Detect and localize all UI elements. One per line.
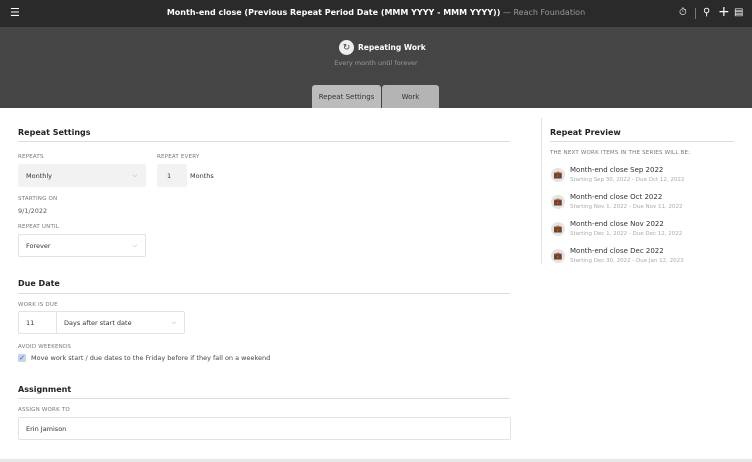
chevron-down-icon: ⌵ bbox=[171, 319, 176, 326]
search-icon[interactable]: ⚲ bbox=[703, 7, 710, 18]
document-icon[interactable]: ▤ bbox=[734, 7, 743, 18]
preview-item-dates: Starting Nov 1, 2022 - Due Nov 11, 2022 bbox=[570, 204, 683, 210]
briefcase-icon: 💼 bbox=[551, 168, 565, 182]
repeat-every-label: Repeat Every bbox=[157, 154, 200, 160]
repeats-value: Monthly bbox=[26, 171, 53, 180]
banner-title: Repeating Work bbox=[358, 43, 426, 52]
due-mode-select[interactable]: Days after start date ⌵ bbox=[56, 311, 185, 334]
assign-label: Assign Work To bbox=[18, 407, 70, 413]
divider bbox=[18, 141, 510, 142]
starting-on-label: Starting On bbox=[18, 196, 58, 202]
org-name: — Reach Foundation bbox=[500, 8, 586, 17]
top-bar: ☰ Month-end close (Previous Repeat Perio… bbox=[0, 0, 752, 27]
tab-repeat-settings[interactable]: Repeat Settings bbox=[312, 85, 381, 108]
repeat-every-input[interactable]: 1 bbox=[157, 164, 187, 187]
section-heading: Repeat Settings bbox=[18, 128, 91, 137]
divider bbox=[695, 8, 696, 19]
repeat-until-label: Repeat Until bbox=[18, 224, 60, 230]
preview-heading: Repeat Preview bbox=[550, 128, 621, 137]
preview-item-title: Month-end close Nov 2022 bbox=[570, 220, 664, 228]
section-heading: Due Date bbox=[18, 279, 60, 288]
work-due-label: Work Is Due bbox=[18, 302, 58, 308]
starting-on-value: 9/1/2022 bbox=[18, 207, 48, 215]
repeats-select[interactable]: Monthly ⌵ bbox=[18, 164, 146, 187]
plus-icon[interactable]: + bbox=[718, 4, 730, 20]
preview-item-dates: Starting Dec 30, 2022 - Due Jan 12, 2023 bbox=[570, 258, 684, 264]
repeat-until-value: Forever bbox=[26, 241, 51, 250]
work-title: Month-end close (Previous Repeat Period … bbox=[166, 8, 501, 17]
repeat-until-select[interactable]: Forever ⌵ bbox=[18, 234, 146, 257]
tab-work[interactable]: Work bbox=[382, 85, 439, 108]
preview-item-dates: Starting Dec 1, 2022 - Due Dec 12, 2022 bbox=[570, 231, 683, 237]
avoid-weekends-checkbox[interactable]: ✓ bbox=[18, 354, 26, 362]
repeat-icon: ↻ bbox=[339, 40, 354, 55]
due-days-input[interactable]: 11 bbox=[18, 311, 57, 334]
repeat-every-unit: Months bbox=[190, 172, 214, 180]
chevron-down-icon: ⌵ bbox=[132, 242, 137, 249]
briefcase-icon: 💼 bbox=[551, 249, 565, 263]
assignee-input[interactable]: Erin Jamison bbox=[18, 417, 511, 440]
briefcase-icon: 💼 bbox=[551, 222, 565, 236]
section-heading: Assignment bbox=[18, 385, 72, 394]
page-title: Month-end close (Previous Repeat Period … bbox=[0, 8, 752, 17]
due-mode-value: Days after start date bbox=[64, 318, 132, 327]
preview-label: The next work items in the series will b… bbox=[550, 150, 691, 156]
divider bbox=[18, 398, 510, 399]
preview-item-title: Month-end close Dec 2022 bbox=[570, 247, 664, 255]
divider bbox=[550, 141, 734, 142]
banner-subtitle: Every month until forever bbox=[334, 59, 418, 67]
preview-item-dates: Starting Sep 30, 2022 - Due Oct 12, 2022 bbox=[570, 177, 685, 183]
divider bbox=[18, 293, 510, 294]
timer-icon[interactable]: ⏱ bbox=[679, 7, 687, 18]
chevron-down-icon: ⌵ bbox=[132, 172, 137, 179]
repeats-label: Repeats bbox=[18, 154, 44, 160]
avoid-weekends-text: Move work start / due dates to the Frida… bbox=[31, 354, 271, 362]
avoid-weekends-label: Avoid Weekends bbox=[18, 344, 72, 350]
preview-item-title: Month-end close Oct 2022 bbox=[570, 193, 663, 201]
briefcase-icon: 💼 bbox=[551, 195, 565, 209]
preview-item-title: Month-end close Sep 2022 bbox=[570, 166, 664, 174]
divider bbox=[541, 118, 542, 264]
